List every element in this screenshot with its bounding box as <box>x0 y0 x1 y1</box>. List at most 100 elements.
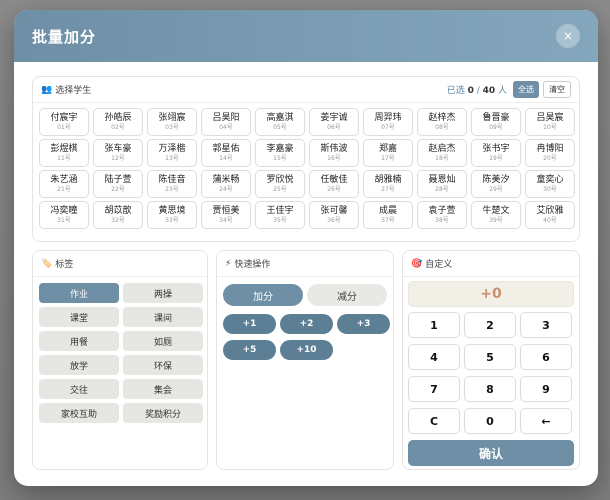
keypad-key[interactable]: 3 <box>520 312 572 338</box>
confirm-button[interactable]: 确认 <box>408 440 574 466</box>
student-name: 吕昊宸 <box>536 112 564 123</box>
student-card[interactable]: 张翊宸 03号 <box>147 108 197 136</box>
student-card[interactable]: 陈美汐 29号 <box>471 170 521 198</box>
tag-button[interactable]: 放学 <box>39 355 119 375</box>
student-card[interactable]: 胡雅楠 27号 <box>363 170 413 198</box>
quick-panel-title: 快速操作 <box>234 260 271 270</box>
subtract-mode-button[interactable]: 减分 <box>307 284 387 306</box>
student-card[interactable]: 彭煜棋 11号 <box>39 139 89 167</box>
student-card[interactable]: 赵启杰 18号 <box>417 139 467 167</box>
student-name: 张车豪 <box>104 143 132 154</box>
student-card[interactable]: 童奕心 30号 <box>525 170 575 198</box>
student-name: 张翊宸 <box>158 112 186 123</box>
student-card[interactable]: 王佳宇 35号 <box>255 201 305 229</box>
custom-panel-title: 自定义 <box>425 260 453 270</box>
student-card[interactable]: 鲁晋豪 09号 <box>471 108 521 136</box>
keypad-key[interactable]: 0 <box>464 408 516 434</box>
student-card[interactable]: 姜宇诚 06号 <box>309 108 359 136</box>
quick-score-button[interactable]: +5 <box>223 340 276 360</box>
quick-score-button[interactable]: +2 <box>280 314 333 334</box>
student-number: 09号 <box>489 123 503 131</box>
student-card[interactable]: 吕昊宸 10号 <box>525 108 575 136</box>
tag-button[interactable]: 家校互助 <box>39 403 119 423</box>
close-button[interactable]: × <box>556 24 580 48</box>
student-card[interactable]: 袁子萱 38号 <box>417 201 467 229</box>
student-number: 17号 <box>381 154 395 162</box>
target-icon: 🎯 <box>411 258 423 269</box>
student-card[interactable]: 牛楚文 39号 <box>471 201 521 229</box>
clear-key[interactable]: C <box>408 408 460 434</box>
tag-button[interactable]: 集会 <box>123 379 203 399</box>
select-all-button[interactable]: 全选 <box>513 81 539 98</box>
tag-button[interactable]: 环保 <box>123 355 203 375</box>
student-number: 26号 <box>327 185 341 193</box>
student-number: 23号 <box>165 185 179 193</box>
keypad-key[interactable]: 5 <box>464 344 516 370</box>
student-card[interactable]: 万泽楷 13号 <box>147 139 197 167</box>
student-card[interactable]: 郑嘉 17号 <box>363 139 413 167</box>
student-card[interactable]: 任敏佳 26号 <box>309 170 359 198</box>
tag-button[interactable]: 奖励积分 <box>123 403 203 423</box>
student-card[interactable]: 周羿玮 07号 <box>363 108 413 136</box>
keypad-key[interactable]: 7 <box>408 376 460 402</box>
student-card[interactable]: 张车豪 12号 <box>93 139 143 167</box>
student-card[interactable]: 张书宇 19号 <box>471 139 521 167</box>
tag-button[interactable]: 课堂 <box>39 307 119 327</box>
student-card[interactable]: 郭星佑 14号 <box>201 139 251 167</box>
backspace-key[interactable]: ← <box>520 408 572 434</box>
student-card[interactable]: 赵梓杰 08号 <box>417 108 467 136</box>
quick-score-button[interactable]: +1 <box>223 314 276 334</box>
tag-button[interactable]: 用餐 <box>39 331 119 351</box>
keypad-key[interactable]: 8 <box>464 376 516 402</box>
student-card[interactable]: 朱艺涵 21号 <box>39 170 89 198</box>
quick-score-buttons: +1 +2 +3 +5 +10 <box>217 310 393 364</box>
student-card[interactable]: 贾恒美 34号 <box>201 201 251 229</box>
student-card[interactable]: 黄思境 33号 <box>147 201 197 229</box>
keypad-key[interactable]: 2 <box>464 312 516 338</box>
student-card[interactable]: 冯奕瞳 31号 <box>39 201 89 229</box>
student-card[interactable]: 聂恩灿 28号 <box>417 170 467 198</box>
keypad-key[interactable]: 6 <box>520 344 572 370</box>
tag-button[interactable]: 作业 <box>39 283 119 303</box>
student-card[interactable]: 陈佳音 23号 <box>147 170 197 198</box>
student-card[interactable]: 孙皓辰 02号 <box>93 108 143 136</box>
number-keypad: 1 2 3 4 5 6 7 8 9 C 0 ← <box>403 311 579 435</box>
quick-score-button[interactable]: +3 <box>337 314 390 334</box>
student-card[interactable]: 李嘉豪 15号 <box>255 139 305 167</box>
student-name: 高嘉淇 <box>266 112 294 123</box>
tag-button[interactable]: 两操 <box>123 283 203 303</box>
student-name: 陈美汐 <box>482 174 510 185</box>
keypad-key[interactable]: 1 <box>408 312 460 338</box>
student-card[interactable]: 付宸宇 01号 <box>39 108 89 136</box>
student-name: 胡苡歆 <box>104 205 132 216</box>
student-number: 12号 <box>111 154 125 162</box>
student-number: 08号 <box>435 123 449 131</box>
keypad-key[interactable]: 9 <box>520 376 572 402</box>
student-card[interactable]: 成晨 37号 <box>363 201 413 229</box>
custom-score-display: +0 <box>408 281 574 307</box>
student-card[interactable]: 陆子萱 22号 <box>93 170 143 198</box>
student-number: 38号 <box>435 216 449 224</box>
student-card[interactable]: 冉博阳 20号 <box>525 139 575 167</box>
close-icon: × <box>562 29 574 43</box>
student-number: 03号 <box>165 123 179 131</box>
add-mode-button[interactable]: 加分 <box>223 284 303 306</box>
tag-button[interactable]: 如厕 <box>123 331 203 351</box>
student-card[interactable]: 吕昊阳 04号 <box>201 108 251 136</box>
student-number: 30号 <box>543 185 557 193</box>
clear-selection-button[interactable]: 清空 <box>543 81 571 98</box>
student-card[interactable]: 胡苡歆 32号 <box>93 201 143 229</box>
student-number: 18号 <box>435 154 449 162</box>
student-card[interactable]: 斯伟波 16号 <box>309 139 359 167</box>
quick-score-button[interactable]: +10 <box>280 340 333 360</box>
student-card[interactable]: 罗欣悦 25号 <box>255 170 305 198</box>
student-card[interactable]: 张可馨 36号 <box>309 201 359 229</box>
student-card[interactable]: 艾欣雅 40号 <box>525 201 575 229</box>
student-name: 成晨 <box>378 205 397 216</box>
tag-button[interactable]: 交往 <box>39 379 119 399</box>
student-card[interactable]: 蒲米畅 24号 <box>201 170 251 198</box>
tag-button[interactable]: 课间 <box>123 307 203 327</box>
student-card[interactable]: 高嘉淇 05号 <box>255 108 305 136</box>
dialog-title: 批量加分 <box>32 27 97 46</box>
keypad-key[interactable]: 4 <box>408 344 460 370</box>
